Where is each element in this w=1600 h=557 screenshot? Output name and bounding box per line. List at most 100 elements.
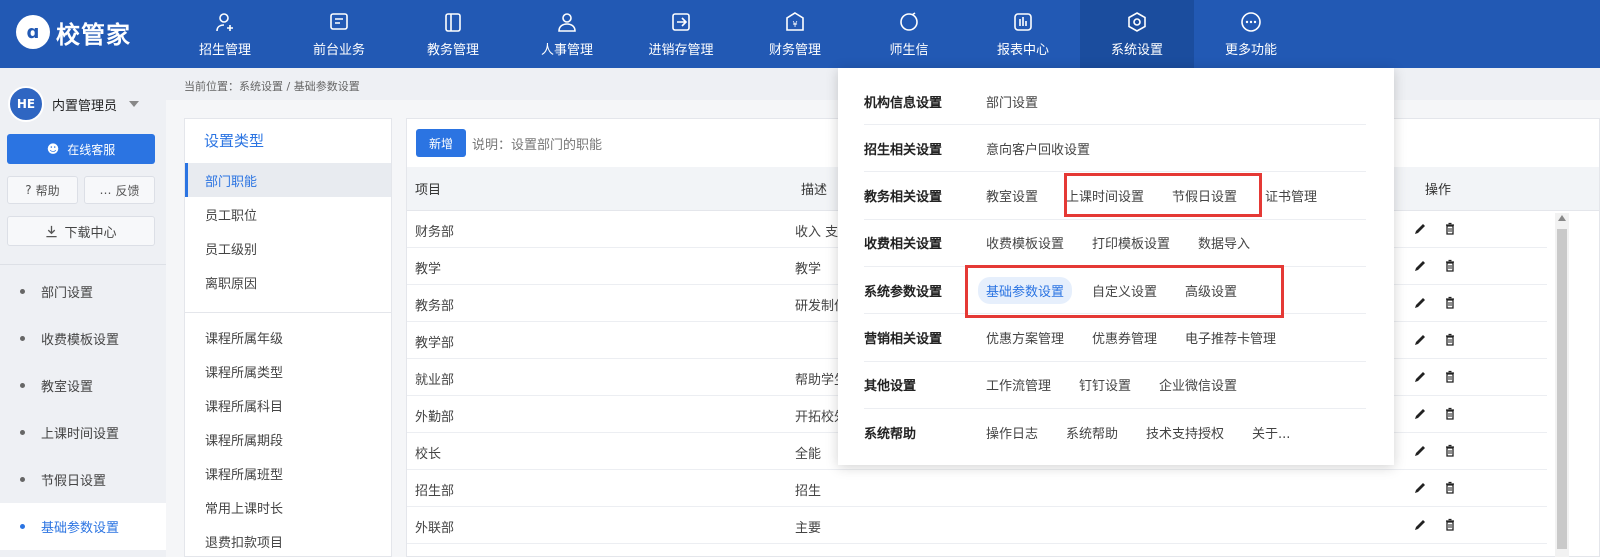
table-row[interactable]: 外联部 主要 xyxy=(407,507,1547,544)
delete-icon[interactable] xyxy=(1443,481,1457,495)
dropdown-link[interactable]: 收费模板设置 xyxy=(978,229,1072,256)
delete-icon[interactable] xyxy=(1443,518,1457,532)
dropdown-link[interactable]: 钉钉设置 xyxy=(1071,371,1139,398)
delete-icon[interactable] xyxy=(1443,296,1457,310)
sidebar-item[interactable]: 节假日设置 xyxy=(0,456,166,503)
dropdown-link[interactable]: 数据导入 xyxy=(1190,229,1258,256)
dropdown-link[interactable]: 部门设置 xyxy=(978,88,1046,115)
delete-icon[interactable] xyxy=(1443,222,1457,236)
desk-icon xyxy=(330,12,348,30)
edit-icon[interactable] xyxy=(1413,370,1427,384)
edit-icon[interactable] xyxy=(1413,259,1427,273)
settings-type-item[interactable]: 课程所属科目 xyxy=(185,388,391,422)
settings-type-item[interactable]: 常用上课时长 xyxy=(185,490,391,524)
nav-item-8[interactable]: 系统设置 xyxy=(1080,0,1194,68)
download-center-label: 下载中心 xyxy=(64,225,117,241)
nav-item-7[interactable]: 报表中心 xyxy=(966,0,1080,68)
cell-item: 教务部 xyxy=(415,299,455,314)
nav-item-label: 系统设置 xyxy=(1110,42,1163,58)
nav-item-3[interactable]: 人事管理 xyxy=(510,0,624,68)
dropdown-link[interactable]: 意向客户回收设置 xyxy=(978,135,1098,162)
dropdown-row: 营销相关设置 优惠方案管理 优惠券管理 电子推荐卡管理 xyxy=(864,315,1366,362)
delete-icon[interactable] xyxy=(1443,333,1457,347)
settings-type-item[interactable]: 退费扣款项目 xyxy=(185,524,391,557)
help-label: 帮助 xyxy=(35,183,60,198)
sidebar-item[interactable]: 基础参数设置 xyxy=(0,503,166,550)
dropdown-link[interactable]: 企业微信设置 xyxy=(1151,371,1245,398)
dropdown-row: 其他设置 工作流管理 钉钉设置 企业微信设置 xyxy=(864,362,1366,409)
settings-type-item[interactable]: 离职原因 xyxy=(185,265,391,299)
settings-type-item[interactable]: 课程所属年级 xyxy=(185,320,391,354)
dropdown-link[interactable]: 系统帮助 xyxy=(1058,419,1126,446)
cell-item: 外联部 xyxy=(415,521,455,536)
cell-desc: 招生 xyxy=(795,484,822,499)
edit-icon[interactable] xyxy=(1413,518,1427,532)
dropdown-link[interactable]: 电子推荐卡管理 xyxy=(1177,324,1284,351)
dropdown-link[interactable]: 工作流管理 xyxy=(978,371,1059,398)
vertical-scrollbar[interactable] xyxy=(1555,213,1569,557)
table-toolbar: 新增 说明：设置部门的职能 xyxy=(416,129,602,157)
sidebar-divider xyxy=(0,264,166,265)
sidebar-item-label: 收费模板设置 xyxy=(41,333,120,348)
nav-item-1[interactable]: 前台业务 xyxy=(282,0,396,68)
settings-type-item[interactable]: 部门职能 xyxy=(185,163,391,197)
edit-icon[interactable] xyxy=(1413,222,1427,236)
dropdown-link[interactable]: 教室设置 xyxy=(978,182,1046,209)
delete-icon[interactable] xyxy=(1443,370,1457,384)
sidebar-item[interactable]: 部门设置 xyxy=(0,268,166,315)
settings-type-item[interactable]: 课程所属期段 xyxy=(185,422,391,456)
nav-item-9[interactable]: 更多功能 xyxy=(1194,0,1308,68)
dropdown-link[interactable]: 关于... xyxy=(1244,419,1298,446)
scroll-up-icon[interactable] xyxy=(1558,215,1566,221)
delete-icon[interactable] xyxy=(1443,259,1457,273)
download-center-button[interactable]: 下载中心 xyxy=(7,216,155,246)
settings-type-item[interactable]: 课程所属班型 xyxy=(185,456,391,490)
edit-icon[interactable] xyxy=(1413,481,1427,495)
dropdown-row: 机构信息设置 部门设置 xyxy=(864,78,1366,125)
sidebar-item-label: 上课时间设置 xyxy=(41,427,120,442)
edit-icon[interactable] xyxy=(1413,407,1427,421)
nav-item-4[interactable]: 进销存管理 xyxy=(624,0,738,68)
add-button[interactable]: 新增 xyxy=(416,129,467,157)
settings-type-divider xyxy=(185,299,391,313)
sidebar-item[interactable]: 教室设置 xyxy=(0,362,166,409)
dropdown-link[interactable]: 证书管理 xyxy=(1257,182,1325,209)
user-menu[interactable]: HE 内置管理员 xyxy=(8,86,140,122)
nav-item-5[interactable]: ¥ 财务管理 xyxy=(738,0,852,68)
bullet-icon xyxy=(20,289,25,294)
table-row[interactable]: 招生部 招生 xyxy=(407,470,1547,507)
dropdown-link[interactable]: 优惠方案管理 xyxy=(978,324,1072,351)
bullet-icon xyxy=(20,524,25,529)
scroll-thumb[interactable] xyxy=(1557,229,1567,549)
edit-icon[interactable] xyxy=(1413,444,1427,458)
settings-type-item[interactable]: 员工职位 xyxy=(185,197,391,231)
settings-type-list: 部门职能 员工职位 员工级别 离职原因课程所属年级 课程所属类型 课程所属科目 课程所属期段… xyxy=(185,163,391,557)
cell-desc: 主要 xyxy=(795,521,822,536)
online-service-button[interactable]: ☻ 在线客服 xyxy=(7,134,155,164)
help-button[interactable]: ? 帮助 xyxy=(7,176,78,204)
nav-item-6[interactable]: 师生信 xyxy=(852,0,966,68)
delete-icon[interactable] xyxy=(1443,444,1457,458)
sidebar-item[interactable]: 上课时间设置 xyxy=(0,409,166,456)
nav-item-0[interactable]: 招生管理 xyxy=(168,0,282,68)
main-nav: 招生管理 前台业务 教务管理 人事管理 进销存管理 ¥ 财务管理 师生信 报表中心… xyxy=(168,0,1308,68)
delete-icon[interactable] xyxy=(1443,407,1457,421)
dropdown-link[interactable]: 操作日志 xyxy=(978,419,1046,446)
dropdown-link[interactable]: 技术支持授权 xyxy=(1138,419,1232,446)
sidebar-item[interactable]: 收费模板设置 xyxy=(0,315,166,362)
feedback-button[interactable]: … 反馈 xyxy=(84,176,155,204)
question-icon: ? xyxy=(25,183,32,197)
more-icon xyxy=(1241,11,1261,32)
nav-item-2[interactable]: 教务管理 xyxy=(396,0,510,68)
edit-icon[interactable] xyxy=(1413,296,1427,310)
settings-type-item[interactable]: 课程所属类型 xyxy=(185,354,391,388)
brand-logo[interactable]: ɑ 校管家 xyxy=(16,12,131,52)
dropdown-link[interactable]: 打印模板设置 xyxy=(1084,229,1178,256)
headset-icon: ☻ xyxy=(46,142,60,156)
dropdown-link[interactable]: 优惠券管理 xyxy=(1084,324,1165,351)
settings-type-item[interactable]: 员工级别 xyxy=(185,231,391,265)
edit-icon[interactable] xyxy=(1413,333,1427,347)
toolbar-hint: 说明：设置部门的职能 xyxy=(472,137,603,153)
download-icon xyxy=(46,225,58,237)
cell-item: 就业部 xyxy=(415,373,455,388)
